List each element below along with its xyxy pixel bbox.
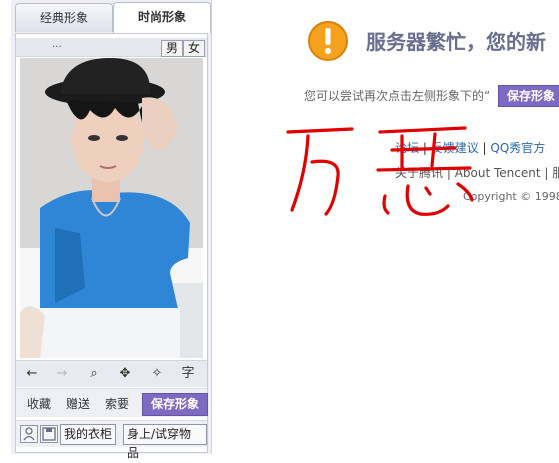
redo-icon[interactable]: → [52,365,72,383]
my-wardrobe-button[interactable]: 我的衣柜 [60,424,117,445]
retry-hint: 您可以尝试再次点击左侧形象下的“ [304,89,491,103]
avatar-tabs: 经典形象 时尚形象 [11,2,211,33]
avatar-bottom-bar: 我的衣柜 身上/试穿物品 [16,420,207,460]
avatar-editor: ... 男 女 ← → ⌕ ✥ ✧ 字 收藏 赠送 索要 保存形象 我的衣柜 身… [15,33,208,460]
save-disk-icon[interactable] [40,425,58,443]
link-separator: | [478,141,491,155]
worn-items-button[interactable]: 身上/试穿物品 [123,424,207,460]
warning-icon [308,21,348,61]
official-link[interactable]: QQ秀官方 [490,141,545,155]
collect-link[interactable]: 收藏 [27,395,51,412]
gift-link[interactable]: 赠送 [66,395,90,412]
main-content: 服务器繁忙，您的新 您可以尝试再次点击左侧形象下的“ 保存形象 论坛 | 反馈建… [211,0,559,454]
move-icon[interactable]: ✥ [115,365,135,383]
text-tool-icon[interactable]: 字 [178,365,198,383]
link-separator: | [419,141,431,155]
avatar-panel: 经典形象 时尚形象 ... 男 女 ← → ⌕ ✥ ✧ 字 收藏 赠送 索要 保… [11,0,212,460]
undo-icon[interactable]: ← [22,365,42,383]
avatar-name-placeholder: ... [52,39,62,50]
service-link[interactable]: 服务 [552,166,559,180]
error-title: 服务器繁忙，您的新 [366,30,546,54]
zoom-icon[interactable]: ⌕ [84,365,104,383]
copyright-text: Copyright © 1998 [463,190,559,203]
save-avatar-button[interactable]: 保存形象 [142,393,208,416]
tab-fashion[interactable]: 时尚形象 [113,2,211,33]
about-tencent-link[interactable]: 关于腾讯 [395,166,443,180]
avatar-illustration [20,58,203,358]
footer-about: 关于腾讯 | About Tencent | 服务 [395,164,559,181]
female-button[interactable]: 女 [183,40,205,57]
person-icon[interactable] [20,425,38,443]
hint-save-button[interactable]: 保存形象 [498,85,559,107]
avatar-topbar: ... 男 女 [16,38,207,57]
avatar-photo [20,58,203,358]
about-tencent-en-link[interactable]: About Tencent [455,166,541,180]
avatar-toolbar: ← → ⌕ ✥ ✧ 字 [16,360,207,387]
male-button[interactable]: 男 [161,40,183,57]
request-link[interactable]: 索要 [105,395,129,412]
footer-links: 论坛 | 反馈建议 | QQ秀官方 [395,139,545,156]
feedback-link[interactable]: 反馈建议 [431,141,479,155]
tab-classic[interactable]: 经典形象 [15,3,113,32]
magic-wand-icon[interactable]: ✧ [147,365,167,383]
forum-link[interactable]: 论坛 [395,141,419,155]
avatar-actions: 收藏 赠送 索要 保存形象 [16,388,208,417]
